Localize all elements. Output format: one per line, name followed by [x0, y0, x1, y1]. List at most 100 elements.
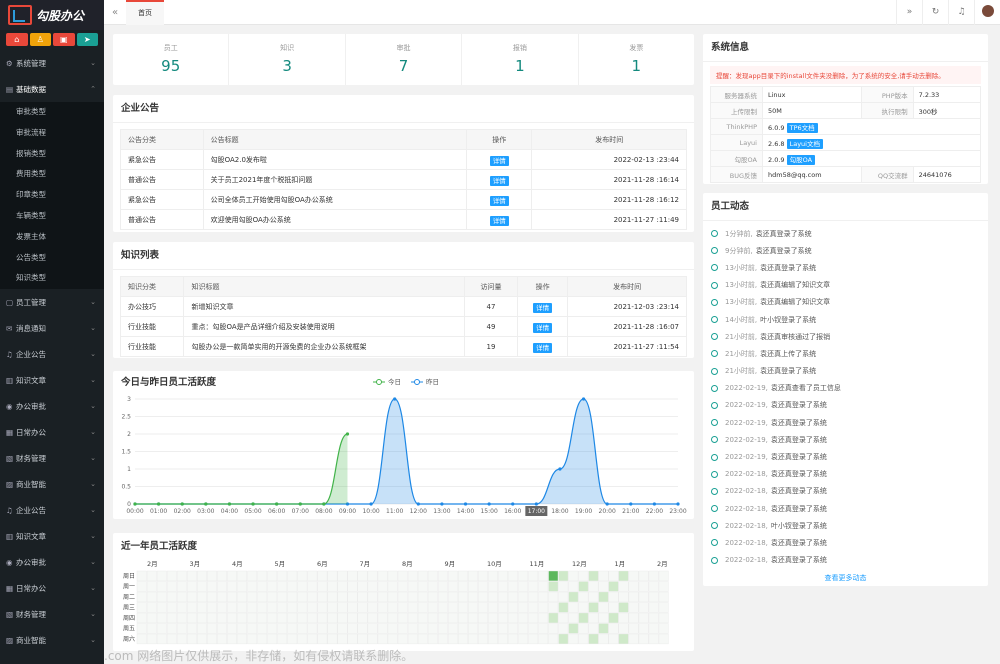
- detail-button[interactable]: 详情: [489, 155, 509, 166]
- submenu-item[interactable]: 审批类型: [0, 102, 104, 123]
- heatmap-cell: [508, 581, 519, 592]
- detail-button[interactable]: 详情: [489, 195, 509, 206]
- heatmap-cell: [337, 612, 348, 624]
- title-cell[interactable]: 勾股OA2.0发布啦: [202, 149, 468, 170]
- sidebar-item-bot-1[interactable]: ✉ 消息通知 ⌄: [0, 315, 104, 341]
- tab-home[interactable]: 首页: [126, 0, 164, 25]
- sidebar-item-top-0[interactable]: ⚙ 系统管理 ⌄: [0, 50, 104, 76]
- stat-item[interactable]: 员工 95: [113, 34, 230, 85]
- detail-button[interactable]: 详情: [533, 302, 553, 313]
- sidebar-item-bot-9[interactable]: ▥ 知识文章 ⌄: [0, 523, 104, 549]
- date-cell: 2021-11-28 :16:14: [531, 169, 687, 190]
- stat-item[interactable]: 发票 1: [579, 34, 694, 85]
- heatmap-cells: [136, 570, 669, 645]
- heatmap-cell: [186, 612, 197, 624]
- title-cell[interactable]: 勾股办公是一款简单实用的开源免费的企业办公系统框架: [183, 336, 465, 357]
- doc-link-button[interactable]: TP6文档: [786, 122, 818, 133]
- send-icon[interactable]: ➤: [76, 33, 98, 46]
- activity-time: 2022-02-18,: [725, 470, 768, 479]
- notification-bell-icon[interactable]: ♫: [948, 0, 974, 25]
- detail-button[interactable]: 详情: [533, 322, 553, 333]
- detail-button[interactable]: 详情: [533, 342, 553, 353]
- heatmap-cell: [538, 633, 549, 645]
- heatmap-cell: [478, 633, 488, 645]
- timeline-dot-icon: [711, 505, 718, 513]
- title-cell[interactable]: 欢迎使用勾股OA办公系统: [202, 209, 468, 230]
- weekday-label: 周五: [123, 626, 135, 633]
- stat-item[interactable]: 审批 7: [346, 34, 463, 85]
- submenu-item[interactable]: 报销类型: [0, 144, 104, 165]
- submenu-item[interactable]: 公告类型: [0, 248, 104, 269]
- sidebar-item-bot-13[interactable]: ▨ 商业智能 ⌄: [0, 627, 104, 653]
- heatmap-cell: [307, 623, 318, 634]
- user-icon[interactable]: ♙: [29, 33, 51, 46]
- activity-item: 14小时前, 叶小钗登录了系统: [703, 311, 988, 328]
- lock-icon[interactable]: ▣: [53, 33, 75, 46]
- activity-time: 13小时前,: [725, 281, 758, 290]
- heatmap-cell: [317, 602, 328, 613]
- submenu-item[interactable]: 知识类型: [0, 268, 104, 289]
- date-cell: 2021-11-28 :16:12: [531, 189, 687, 210]
- more-activity-link[interactable]: 查看更多动态: [703, 573, 988, 583]
- user-avatar[interactable]: [974, 0, 1000, 25]
- sidebar-item-label: 企业公告: [16, 349, 46, 359]
- collapse-sidebar-icon[interactable]: «: [104, 7, 126, 18]
- sidebar-item-label: 企业公告: [16, 505, 46, 515]
- heatmap-cell: [658, 570, 669, 582]
- title-cell[interactable]: 重点：勾股OA是产品详细介绍及安装使用说明: [183, 316, 465, 337]
- stat-label: 知识: [280, 44, 295, 52]
- submenu-item[interactable]: 费用类型: [0, 164, 104, 185]
- series-point: [157, 502, 161, 506]
- title-cell[interactable]: 新增知识文章: [183, 296, 465, 317]
- calendar-icon: ▦: [6, 583, 14, 593]
- sidebar-item-bot-12[interactable]: ▧ 财务管理 ⌄: [0, 601, 104, 627]
- heatmap-cell: [317, 570, 328, 582]
- sysinfo-value: 300秒: [912, 102, 982, 119]
- doc-link-button[interactable]: 勾股OA: [786, 154, 816, 165]
- timeline-dot-icon: [711, 384, 718, 392]
- stat-item[interactable]: 知识 3: [229, 34, 346, 85]
- expand-tabs-icon[interactable]: »: [896, 0, 922, 25]
- home-icon[interactable]: ⌂: [6, 33, 28, 46]
- doc-link-button[interactable]: Layui文档: [786, 138, 823, 149]
- sidebar-item-bot-5[interactable]: ▦ 日常办公 ⌄: [0, 419, 104, 445]
- series-point: [204, 502, 208, 506]
- heatmap-cell: [478, 581, 488, 592]
- heatmap-cell: [186, 633, 197, 645]
- heatmap-cell: [538, 581, 549, 592]
- sidebar-item-bot-6[interactable]: ▧ 财务管理 ⌄: [0, 445, 104, 471]
- sidebar-item-bot-2[interactable]: ♫ 企业公告 ⌄: [0, 341, 104, 367]
- sidebar-item-bot-3[interactable]: ▥ 知识文章 ⌄: [0, 367, 104, 393]
- sidebar-item-bot-0[interactable]: ▢ 员工管理 ⌄: [0, 289, 104, 315]
- stat-item[interactable]: 报销 1: [462, 34, 579, 85]
- sidebar-item-bot-11[interactable]: ▦ 日常办公 ⌄: [0, 575, 104, 601]
- knowledge-title: 知识列表: [113, 242, 694, 270]
- heatmap-cell: [257, 623, 268, 634]
- app-logo[interactable]: 勾股办公: [0, 0, 104, 30]
- heatmap-cell: [367, 612, 378, 624]
- timeline-dot-icon: [711, 281, 718, 289]
- heatmap-cell: [357, 581, 368, 592]
- sidebar-item-bot-7[interactable]: ▨ 商业智能 ⌄: [0, 471, 104, 497]
- refresh-icon[interactable]: ↻: [922, 0, 948, 25]
- heatmap-cell: [488, 612, 498, 624]
- submenu-item[interactable]: 审批流程: [0, 123, 104, 144]
- submenu-item[interactable]: 车辆类型: [0, 206, 104, 227]
- heatmap-cell: [347, 581, 358, 592]
- title-cell[interactable]: 公司全体员工开始使用勾股OA办公系统: [202, 189, 468, 210]
- submenu-item[interactable]: 印章类型: [0, 185, 104, 206]
- sidebar-item-top-1[interactable]: ▤ 基础数据 ⌃: [0, 76, 104, 102]
- x-tick-label: 20:00: [599, 508, 616, 515]
- heatmap-cell: [478, 612, 488, 624]
- sidebar-item-bot-10[interactable]: ◉ 办公审批 ⌄: [0, 549, 104, 575]
- message-icon: ✉: [6, 323, 13, 333]
- sidebar-item-bot-4[interactable]: ◉ 办公审批 ⌄: [0, 393, 104, 419]
- detail-button[interactable]: 详情: [489, 215, 509, 226]
- heatmap-cell: [287, 623, 298, 634]
- sidebar-item-bot-8[interactable]: ♫ 企业公告 ⌄: [0, 497, 104, 523]
- detail-button[interactable]: 详情: [489, 175, 509, 186]
- timeline-dot-icon: [711, 230, 718, 238]
- submenu-item[interactable]: 发票主体: [0, 227, 104, 248]
- heatmap-cell: [447, 633, 458, 645]
- title-cell[interactable]: 关于员工2021年度个税抵扣问题: [202, 169, 468, 190]
